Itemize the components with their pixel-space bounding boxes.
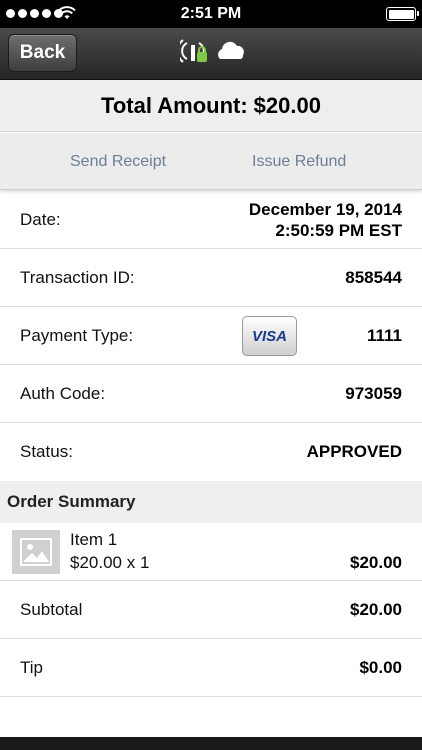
auth-code-value: 973059 — [345, 383, 402, 403]
item-quantity: $20.00 x 1 — [70, 553, 150, 572]
connection-status — [180, 39, 246, 65]
item-total: $20.00 — [350, 553, 402, 572]
tip-label: Tip — [20, 657, 43, 677]
order-summary-header: Order Summary — [0, 481, 422, 523]
payment-type-row: Payment Type: VISA 1111 — [0, 307, 422, 365]
date-label: Date: — [20, 209, 61, 229]
navigation-bar: Back — [0, 28, 422, 80]
date-value-day: December 19, 2014 — [248, 199, 402, 219]
subtotal-value: $20.00 — [350, 599, 402, 619]
payment-type-label: Payment Type: — [20, 325, 134, 345]
transaction-id-value: 858544 — [345, 267, 402, 287]
tip-value: $0.00 — [359, 657, 402, 677]
visa-card-icon: VISA — [242, 316, 297, 356]
auth-code-row: Auth Code: 973059 — [0, 365, 422, 423]
status-bar: 2:51 PM — [0, 0, 422, 28]
battery-icon — [386, 7, 419, 21]
image-placeholder-icon — [12, 530, 60, 574]
total-amount-banner: Total Amount: $20.00 — [0, 80, 422, 132]
status-value: APPROVED — [306, 442, 402, 461]
transaction-id-row: Transaction ID: 858544 — [0, 249, 422, 307]
subtotal-row: Subtotal $20.00 — [0, 581, 422, 639]
cloud-icon — [218, 41, 244, 59]
date-value-time: 2:50:59 PM EST — [275, 220, 402, 240]
bottom-toolbar — [0, 737, 422, 750]
payment-type-value: 1111 — [366, 325, 402, 345]
actions-bar: Send Receipt Issue Refund — [0, 133, 422, 190]
status-row: Status: APPROVED — [0, 423, 422, 481]
total-amount-value: $20.00 — [253, 92, 321, 118]
date-value: December 19, 2014 2:50:59 PM EST — [249, 199, 402, 241]
item-name: Item 1 — [70, 530, 118, 549]
auth-code-label: Auth Code: — [20, 383, 106, 403]
transaction-id-label: Transaction ID: — [20, 267, 135, 287]
total-amount-label: Total Amount: — [101, 92, 248, 118]
status-label: Status: — [20, 442, 73, 461]
tip-row: Tip $0.00 — [0, 639, 422, 697]
status-time: 2:51 PM — [180, 5, 242, 22]
issue-refund-button[interactable]: Issue Refund — [252, 133, 346, 190]
list-item[interactable]: Item 1 $20.00 x 1 $20.00 — [0, 523, 422, 581]
reader-connected-icon — [180, 39, 207, 63]
subtotal-label: Subtotal — [20, 599, 83, 619]
send-receipt-button[interactable]: Send Receipt — [70, 133, 166, 190]
back-button[interactable]: Back — [8, 34, 77, 72]
date-row: Date: December 19, 2014 2:50:59 PM EST — [0, 191, 422, 249]
